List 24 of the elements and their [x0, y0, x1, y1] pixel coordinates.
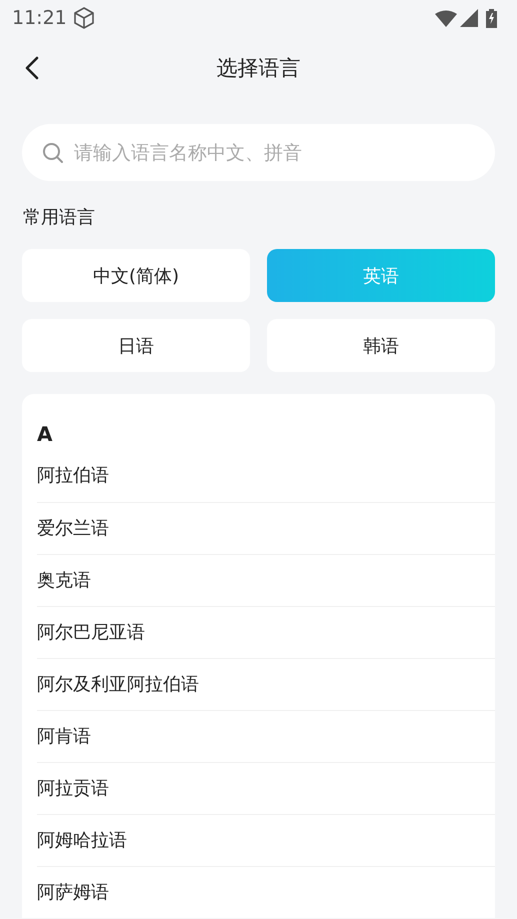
language-item[interactable]: 阿姆哈拉语 — [37, 830, 127, 851]
language-option[interactable]: 日语 — [22, 319, 250, 372]
language-item[interactable]: 阿尔及利亚阿拉伯语 — [37, 674, 199, 695]
signal-icon — [460, 9, 478, 27]
index-letter: A — [37, 422, 54, 446]
language-item[interactable]: 爱尔兰语 — [37, 518, 109, 539]
language-item[interactable]: 阿肯语 — [37, 726, 91, 747]
cube-icon — [72, 6, 95, 30]
language-item[interactable]: 阿拉伯语 — [37, 465, 109, 486]
page-title: 选择语言 — [216, 55, 300, 82]
battery-icon — [486, 8, 497, 28]
language-item[interactable]: 阿萨姆语 — [37, 882, 109, 903]
status-time: 11:21 — [12, 7, 67, 29]
search-box[interactable]: 请输入语言名称中文、拼音 — [22, 124, 495, 181]
search-field[interactable]: 请输入语言名称中文、拼音 — [72, 140, 475, 164]
back-icon — [24, 56, 40, 80]
language-item[interactable]: 阿拉贡语 — [37, 778, 109, 799]
language-item[interactable]: 奥克语 — [37, 570, 91, 591]
language-option[interactable]: 中文(简体) — [22, 249, 250, 302]
search-icon — [42, 142, 64, 164]
language-option[interactable]: 韩语 — [267, 319, 495, 372]
wifi-icon — [435, 10, 457, 26]
language-item[interactable]: 阿尔巴尼亚语 — [37, 622, 145, 643]
section-title: 常用语言 — [23, 206, 96, 229]
